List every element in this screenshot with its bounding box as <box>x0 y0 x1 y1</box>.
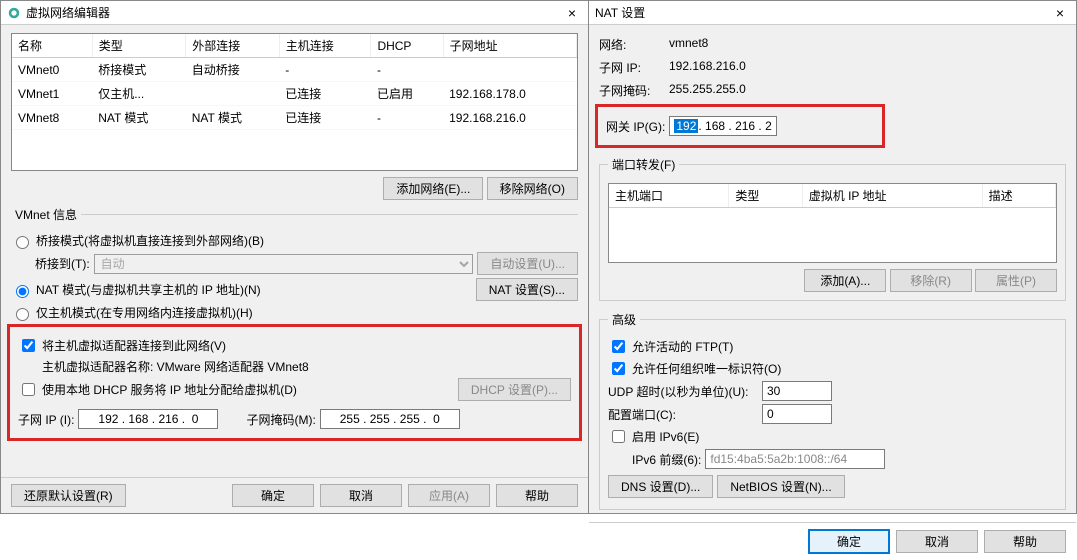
titlebar: NAT 设置 × <box>589 1 1076 25</box>
port-props-button[interactable]: 属性(P) <box>975 269 1057 292</box>
add-network-button[interactable]: 添加网络(E)... <box>383 177 483 200</box>
close-icon[interactable]: × <box>1050 5 1070 21</box>
subnet-ip-label: 子网 IP: <box>599 59 669 76</box>
ipv6-prefix-label: IPv6 前缀(6): <box>632 451 701 468</box>
dhcp-settings-button[interactable]: DHCP 设置(P)... <box>458 378 571 401</box>
enable-ipv6-checkbox[interactable]: 启用 IPv6(E) <box>608 427 699 446</box>
virtual-network-editor-window: 虚拟网络编辑器 × 名称 类型 外部连接 主机连接 DHCP 子网地址 <box>0 0 589 514</box>
col-external[interactable]: 外部连接 <box>186 34 280 58</box>
udp-timeout-label: UDP 超时(以秒为单位)(U): <box>608 383 758 400</box>
help-button[interactable]: 帮助 <box>984 530 1066 553</box>
table-row[interactable]: VMnet8NAT 模式NAT 模式已连接-192.168.216.0 <box>12 106 577 130</box>
nat-mode-radio[interactable]: NAT 模式(与虚拟机共享主机的 IP 地址)(N) <box>11 281 261 298</box>
dns-settings-button[interactable]: DNS 设置(D)... <box>608 475 713 498</box>
allow-ftp-checkbox[interactable]: 允许活动的 FTP(T) <box>608 337 733 356</box>
network-table[interactable]: 名称 类型 外部连接 主机连接 DHCP 子网地址 VMnet0桥接模式自动桥接… <box>12 34 577 130</box>
close-icon[interactable]: × <box>562 5 582 21</box>
add-port-button[interactable]: 添加(A)... <box>804 269 886 292</box>
highlighted-section: 将主机虚拟适配器连接到此网络(V) 主机虚拟适配器名称: VMware 网络适配… <box>7 324 582 441</box>
vmnet-info-fieldset: VMnet 信息 桥接模式(将虚拟机直接连接到外部网络)(B) 桥接到(T): … <box>11 206 578 451</box>
cancel-button[interactable]: 取消 <box>320 484 402 507</box>
gateway-label: 网关 IP(G): <box>606 118 665 135</box>
app-icon <box>7 6 21 20</box>
titlebar: 虚拟网络编辑器 × <box>1 1 588 25</box>
gateway-octet1-selected[interactable]: 192 <box>674 119 698 133</box>
allow-org-checkbox[interactable]: 允许任何组织唯一标识符(O) <box>608 359 781 378</box>
subnet-ip-input[interactable] <box>78 409 218 429</box>
subnet-mask-label: 子网掩码: <box>599 82 669 99</box>
advanced-legend: 高级 <box>608 311 640 328</box>
ok-button[interactable]: 确定 <box>808 529 890 554</box>
subnet-mask-value: 255.255.255.0 <box>669 82 746 99</box>
col-host[interactable]: 主机连接 <box>279 34 371 58</box>
network-label: 网络: <box>599 36 669 53</box>
window-title: NAT 设置 <box>595 4 1050 21</box>
port-forward-table[interactable]: 主机端口 类型 虚拟机 IP 地址 描述 <box>609 184 1056 208</box>
col-dhcp[interactable]: DHCP <box>371 34 443 58</box>
col-subnet[interactable]: 子网地址 <box>443 34 576 58</box>
table-row[interactable]: VMnet1仅主机...已连接已启用192.168.178.0 <box>12 82 577 106</box>
auto-settings-button[interactable]: 自动设置(U)... <box>477 252 578 275</box>
remove-network-button[interactable]: 移除网络(O) <box>487 177 578 200</box>
connect-adapter-checkbox[interactable]: 将主机虚拟适配器连接到此网络(V) <box>18 336 226 355</box>
remove-port-button[interactable]: 移除(R) <box>890 269 972 292</box>
nat-settings-button[interactable]: NAT 设置(S)... <box>476 278 578 301</box>
cancel-button[interactable]: 取消 <box>896 530 978 553</box>
bridged-to-select[interactable]: 自动 <box>94 254 474 274</box>
bridged-mode-radio[interactable]: 桥接模式(将虚拟机直接连接到外部网络)(B) <box>11 232 264 249</box>
gateway-highlight: 网关 IP(G): 192 . 168 . 216 . 2 <box>595 104 885 148</box>
use-dhcp-checkbox[interactable]: 使用本地 DHCP 服务将 IP 地址分配给虚拟机(D) <box>18 380 297 399</box>
help-button[interactable]: 帮助 <box>496 484 578 507</box>
subnet-ip-value: 192.168.216.0 <box>669 59 746 76</box>
port-forward-fieldset: 端口转发(F) 主机端口 类型 虚拟机 IP 地址 描述 添加(A)... 移除… <box>599 156 1066 301</box>
col-host-port[interactable]: 主机端口 <box>609 184 729 208</box>
adapter-name-line: 主机虚拟适配器名称: VMware 网络适配器 VMnet8 <box>42 358 571 375</box>
subnet-mask-label: 子网掩码(M): <box>246 411 315 428</box>
advanced-fieldset: 高级 允许活动的 FTP(T) 允许任何组织唯一标识符(O) UDP 超时(以秒… <box>599 311 1066 510</box>
bridged-to-label: 桥接到(T): <box>35 255 90 272</box>
port-forward-table-container: 主机端口 类型 虚拟机 IP 地址 描述 <box>608 183 1057 263</box>
network-value: vmnet8 <box>669 36 708 53</box>
subnet-mask-input[interactable] <box>320 409 460 429</box>
subnet-ip-label: 子网 IP (I): <box>18 411 74 428</box>
udp-timeout-input[interactable] <box>762 381 832 401</box>
gateway-ip-input[interactable]: 192 . 168 . 216 . 2 <box>669 116 776 136</box>
config-port-label: 配置端口(C): <box>608 406 758 423</box>
col-name[interactable]: 名称 <box>12 34 92 58</box>
ok-button[interactable]: 确定 <box>232 484 314 507</box>
network-table-container: 名称 类型 外部连接 主机连接 DHCP 子网地址 VMnet0桥接模式自动桥接… <box>11 33 578 171</box>
col-type[interactable]: 类型 <box>729 184 802 208</box>
config-port-input[interactable] <box>762 404 832 424</box>
nat-settings-window: NAT 设置 × 网络:vmnet8 子网 IP:192.168.216.0 子… <box>589 0 1077 514</box>
hostonly-mode-radio[interactable]: 仅主机模式(在专用网络内连接虚拟机)(H) <box>11 304 253 321</box>
col-type[interactable]: 类型 <box>92 34 186 58</box>
port-forward-legend: 端口转发(F) <box>608 156 679 173</box>
ipv6-prefix-input[interactable] <box>705 449 885 469</box>
netbios-settings-button[interactable]: NetBIOS 设置(N)... <box>717 475 844 498</box>
apply-button[interactable]: 应用(A) <box>408 484 490 507</box>
window-title: 虚拟网络编辑器 <box>26 4 562 21</box>
col-vm-ip[interactable]: 虚拟机 IP 地址 <box>802 184 982 208</box>
table-row[interactable]: VMnet0桥接模式自动桥接-- <box>12 58 577 82</box>
restore-defaults-button[interactable]: 还原默认设置(R) <box>11 484 126 507</box>
vmnet-info-legend: VMnet 信息 <box>11 206 81 223</box>
col-desc[interactable]: 描述 <box>982 184 1055 208</box>
